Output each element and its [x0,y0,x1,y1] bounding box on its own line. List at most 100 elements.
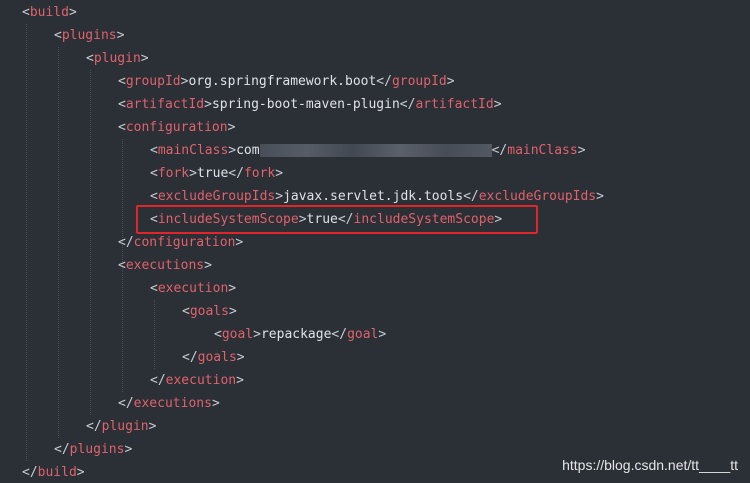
code-line: <goal>repackage</goal> [214,323,386,346]
tag-name: excludeGroupIds [478,189,597,204]
tag-bracket: < [150,281,158,296]
tag-bracket: > [236,350,245,365]
tag-bracket: </ [118,396,134,411]
tag-bracket: </ [182,350,198,365]
tag-name: artifactId [415,97,494,112]
tag-bracket: > [228,143,237,158]
tag-name: goals [197,350,237,365]
tag-bracket: > [275,189,284,204]
element-value: org.springframework.boot [188,74,377,89]
code-line: <configuration> [118,116,235,139]
tag-name: build [29,5,69,20]
tag-name: executions [133,396,212,411]
tag-bracket: > [446,74,455,89]
tag-bracket: </ [22,465,38,480]
tag-bracket: < [118,74,126,89]
tag-bracket: < [150,166,158,181]
tag-bracket: > [227,120,236,135]
tag-bracket: < [150,189,158,204]
tag-bracket: > [76,465,85,480]
tag-name: groupId [391,74,447,89]
tag-name: excludeGroupIds [157,189,276,204]
tag-name: goals [189,304,229,319]
tag-name: plugins [69,442,125,457]
tag-bracket: > [116,28,125,43]
code-line: </goals> [182,346,245,369]
tag-bracket: < [118,97,126,112]
tag-bracket: > [140,51,149,66]
redacted-text [259,144,492,157]
code-line: </execution> [150,369,244,392]
tag-bracket: </ [337,212,354,227]
tag-bracket: </ [150,373,166,388]
tag-name: build [37,465,77,480]
tag-bracket: </ [376,74,392,89]
tag-bracket: > [298,212,307,227]
tag-bracket: > [189,166,197,181]
tag-name: execution [165,373,237,388]
code-line: <plugins> [54,24,124,47]
tag-bracket: </ [228,166,244,181]
tag-bracket: </ [118,235,134,250]
tag-bracket: < [150,212,158,227]
element-value: spring-boot-maven-plugin [211,97,400,112]
code-line: </executions> [118,392,220,415]
tag-bracket: > [148,419,157,434]
code-line: <goals> [182,300,237,323]
tag-bracket: > [494,212,503,227]
code-line: <mainClass>com </mainClass> [150,139,586,162]
tag-bracket: > [68,5,77,20]
tag-name: fork [243,166,276,181]
tag-name: plugin [93,51,141,66]
code-line: <executions> [118,254,212,277]
tag-bracket: < [22,5,30,20]
element-value: repackage [260,327,332,342]
tag-bracket: > [228,304,237,319]
tag-bracket: </ [331,327,348,342]
element-value: javax.servlet.jdk.tools [283,189,464,204]
tag-bracket: > [204,258,212,273]
tag-bracket: </ [491,143,508,158]
tag-name: mainClass [157,143,229,158]
code-line: <build> [22,1,77,24]
tag-bracket: < [54,28,62,43]
code-line: <groupId>org.springframework.boot</group… [118,70,455,93]
tag-name: groupId [125,74,181,89]
tag-bracket: < [86,51,94,66]
tag-bracket: > [596,189,604,204]
tag-name: executions [125,258,205,273]
tag-bracket: > [236,373,244,388]
tag-bracket: </ [463,189,479,204]
tag-bracket: > [204,97,212,112]
code-line: </configuration> [118,231,243,254]
tag-bracket: > [275,166,284,181]
tag-bracket: < [214,327,222,342]
tag-bracket: > [493,97,502,112]
tag-name: goal [347,327,379,342]
tag-name: fork [157,166,190,181]
tag-bracket: > [124,442,133,457]
code-line: <fork>true</fork> [150,162,283,185]
tag-name: plugin [101,419,149,434]
code-line: </plugin> [86,415,156,438]
tag-name: mainClass [507,143,578,158]
tag-bracket: > [378,327,387,342]
tag-name: execution [157,281,229,296]
tag-bracket: </ [54,442,70,457]
indent-guide [154,300,155,369]
tag-name: goal [221,327,254,342]
element-value: com [236,143,260,158]
code-line: <artifactId>spring-boot-maven-plugin</ar… [118,93,502,116]
tag-name: plugins [61,28,117,43]
tag-bracket: < [150,143,158,158]
tag-bracket: > [577,143,586,158]
code-line: </build> [22,461,85,483]
tag-bracket: < [118,258,126,273]
watermark: https://blog.csdn.net/tt____tt [562,457,738,473]
code-line: </plugins> [54,438,132,461]
tag-name: artifactId [125,97,205,112]
tag-bracket: > [228,281,237,296]
tag-name: includeSystemScope [353,212,495,227]
tag-bracket: < [182,304,190,319]
element-value: true [306,212,338,227]
